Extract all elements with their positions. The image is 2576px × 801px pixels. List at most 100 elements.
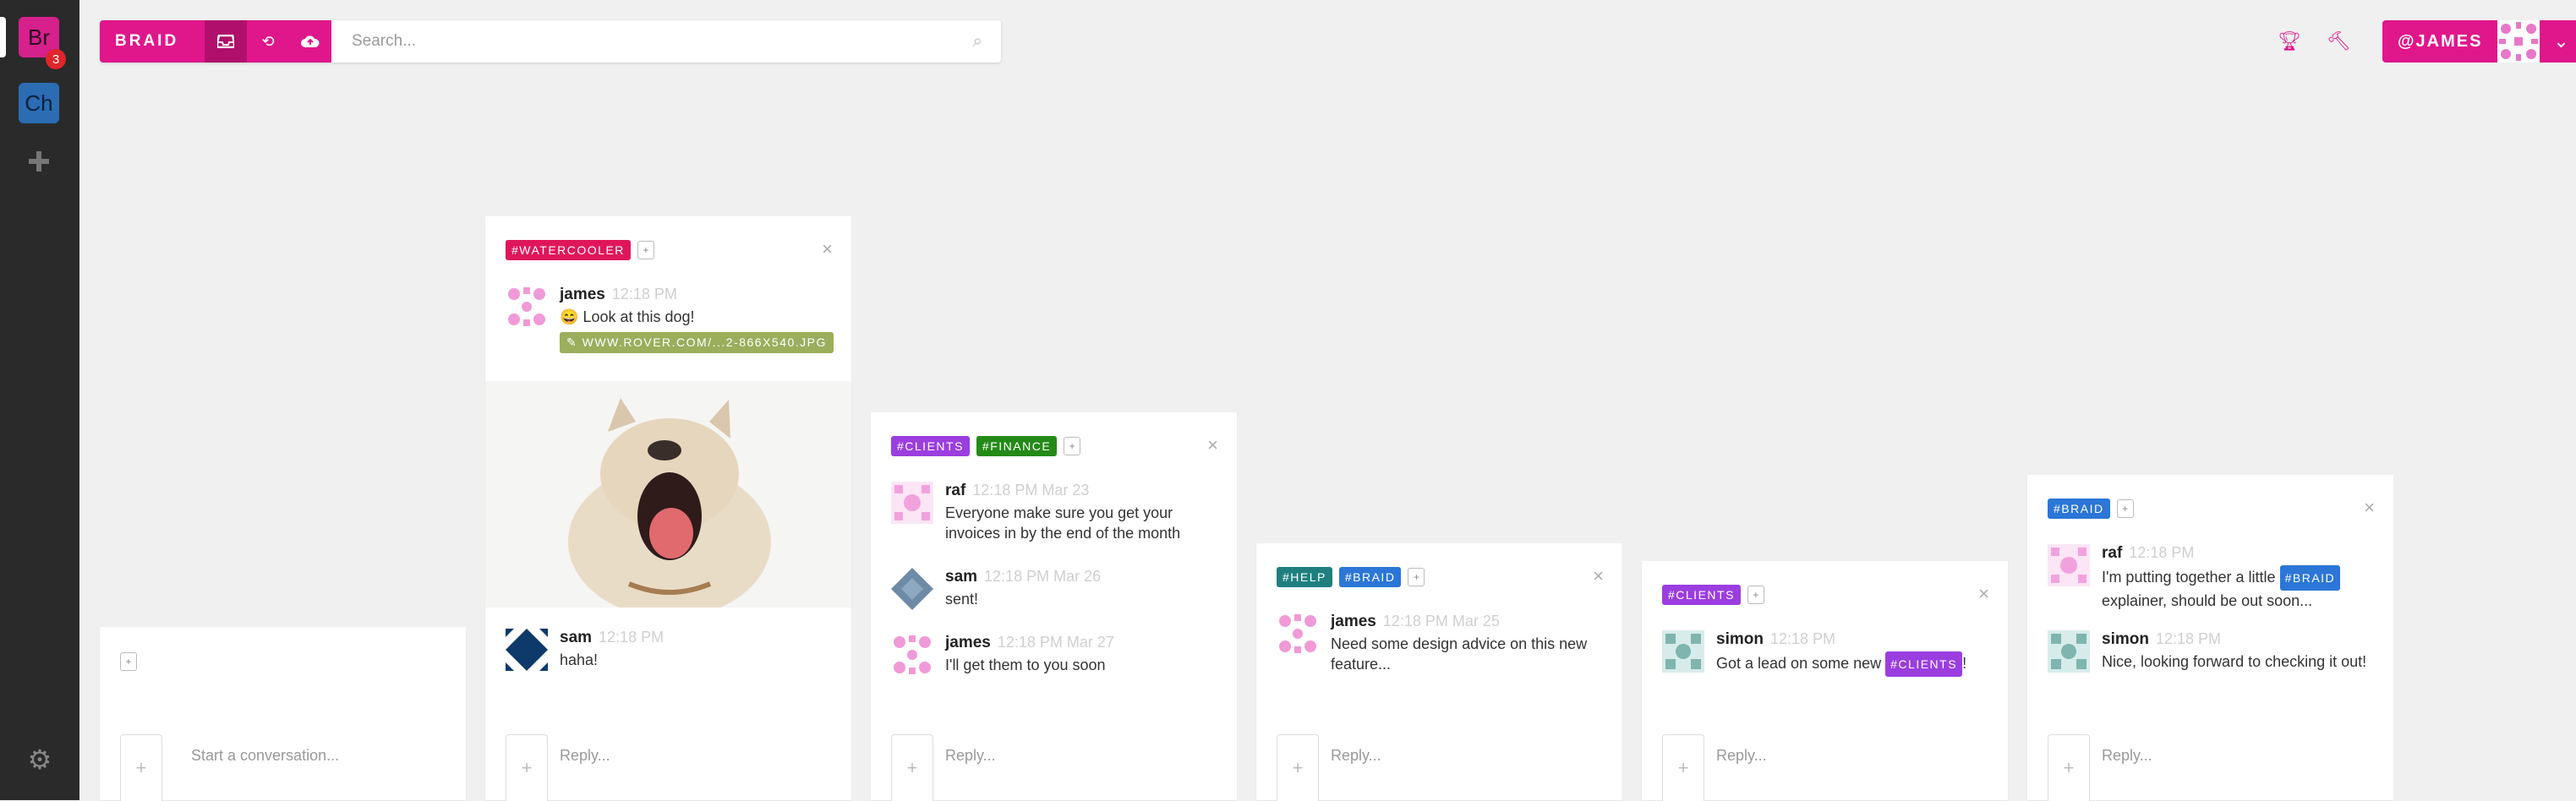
avatar xyxy=(891,568,933,610)
search-box[interactable]: ⌕ xyxy=(331,20,1001,63)
message-text: Got a lead on some new xyxy=(1716,654,1882,672)
message-author[interactable]: james xyxy=(945,634,991,651)
add-tag-button[interactable]: + xyxy=(1064,437,1081,455)
thread-card-clients-finance: #CLIENTS #FINANCE + × raf 12:18 PM Mar 23… xyxy=(871,412,1237,801)
avatar xyxy=(2048,544,2090,586)
attach-plus-icon[interactable]: + xyxy=(506,734,548,801)
message-time: 12:18 PM Mar 25 xyxy=(1382,613,1500,629)
user-menu[interactable]: @JAMES ⌄ xyxy=(2382,20,2576,63)
reply-input[interactable]: Reply... xyxy=(1716,743,1767,768)
message-author[interactable]: raf xyxy=(945,482,965,499)
message-time: 12:18 PM Mar 23 xyxy=(972,482,1090,499)
message-author[interactable]: sam xyxy=(945,568,977,586)
attach-plus-icon[interactable]: + xyxy=(2048,734,2090,801)
message-text-end: ! xyxy=(1962,654,1967,672)
reply-area[interactable]: + Reply... xyxy=(1277,734,1606,801)
close-icon[interactable]: × xyxy=(2364,497,2375,519)
tag-clients[interactable]: #CLIENTS xyxy=(891,436,970,456)
gear-icon[interactable]: ⚙ xyxy=(27,746,52,773)
tag-help[interactable]: #HELP xyxy=(1277,567,1332,587)
add-tag-button[interactable]: + xyxy=(120,652,137,671)
reply-area[interactable]: + Reply... xyxy=(2048,734,2377,801)
message-text: I'll get them to you soon xyxy=(945,657,1106,673)
link-attachment[interactable]: ✎ WWW.ROVER.COM/...2-866X540.JPG xyxy=(560,332,834,353)
gavel-icon[interactable]: 🔨︎ xyxy=(2327,30,2350,52)
group-sidebar: Br 3 Ch ⚙ xyxy=(0,0,79,800)
history-icon[interactable]: ⟲ xyxy=(247,20,289,63)
attach-plus-icon[interactable]: + xyxy=(120,734,162,801)
username-label: @JAMES xyxy=(2382,20,2498,63)
reply-area[interactable]: + Reply... xyxy=(1662,734,1992,801)
avatar xyxy=(506,629,548,671)
chevron-down-icon[interactable]: ⌄ xyxy=(2540,20,2576,63)
message-text: sent! xyxy=(945,591,979,608)
add-group-icon[interactable] xyxy=(25,148,52,175)
add-tag-button[interactable]: + xyxy=(1747,586,1764,604)
inline-tag-clients[interactable]: #CLIENTS xyxy=(1885,651,1963,677)
add-tag-button[interactable]: + xyxy=(2116,499,2134,518)
avatar xyxy=(508,287,545,326)
tag-braid[interactable]: #BRAID xyxy=(2048,499,2110,519)
tag-watercooler[interactable]: #WATERCOOLER xyxy=(506,240,631,260)
message-author[interactable]: james xyxy=(1331,613,1376,630)
trophy-icon[interactable]: 🏆︎ xyxy=(2278,30,2301,52)
message-text-end: explainer, should be out soon... xyxy=(2102,592,2313,609)
inbox-icon[interactable] xyxy=(205,20,247,63)
message-text: Need some design advice on this new feat… xyxy=(1331,635,1588,673)
reply-input[interactable]: Reply... xyxy=(945,743,996,768)
message: sam 12:18 PM Mar 26 sent! xyxy=(891,568,1221,610)
attach-plus-icon[interactable]: + xyxy=(1662,734,1704,801)
message-text: Nice, looking forward to checking it out… xyxy=(2102,653,2367,670)
message-author[interactable]: james xyxy=(560,286,605,303)
message: simon 12:18 PM Got a lead on some new #CL… xyxy=(1662,630,1992,677)
message-time: 12:18 PM xyxy=(611,286,677,302)
message: james 12:18 PM Mar 25 Need some design ad… xyxy=(1277,613,1606,674)
add-tag-button[interactable]: + xyxy=(637,241,654,259)
thread-card-braid: #BRAID + × raf 12:18 PM I'm putting toget… xyxy=(2027,475,2393,801)
active-group-indicator xyxy=(0,17,6,57)
message: james 12:18 PM 😄 Look at this dog! ✎ WWW.… xyxy=(506,286,835,353)
braid-home-button[interactable]: BRAID xyxy=(100,20,205,63)
reply-area[interactable]: + Reply... xyxy=(506,734,835,801)
attach-plus-icon[interactable]: + xyxy=(891,734,933,801)
attach-plus-icon[interactable]: + xyxy=(1277,734,1319,801)
reply-area[interactable]: + Start a conversation... xyxy=(120,734,450,801)
group-ch-label: Ch xyxy=(25,90,53,116)
reply-input[interactable]: Reply... xyxy=(2102,743,2152,768)
search-input[interactable] xyxy=(350,31,945,52)
message-text: I'm putting together a little xyxy=(2102,568,2276,586)
tag-clients[interactable]: #CLIENTS xyxy=(1662,585,1741,605)
message: raf 12:18 PM I'm putting together a littl… xyxy=(2048,544,2377,611)
message: sam 12:18 PM haha! xyxy=(506,629,835,671)
emoji-icon: 😄 xyxy=(560,308,579,325)
dog-image xyxy=(485,381,851,618)
avatar xyxy=(894,635,931,674)
cloud-upload-icon[interactable] xyxy=(289,20,331,63)
avatar xyxy=(1279,614,1316,653)
thread-card-clients: #CLIENTS + × simon 12:18 PM Got a lead on… xyxy=(1642,561,2008,801)
message: raf 12:18 PM Mar 23 Everyone make sure yo… xyxy=(891,482,1221,543)
group-ch-button[interactable]: Ch xyxy=(19,83,59,123)
message-text: haha! xyxy=(560,651,599,668)
reply-input[interactable]: Start a conversation... xyxy=(191,743,339,768)
reply-input[interactable]: Reply... xyxy=(1331,743,1381,768)
message-time: 12:18 PM Mar 27 xyxy=(997,634,1114,651)
inline-tag-braid[interactable]: #BRAID xyxy=(2279,565,2341,591)
message-time: 12:18 PM xyxy=(2129,544,2195,561)
close-icon[interactable]: × xyxy=(822,238,833,260)
reply-input[interactable]: Reply... xyxy=(560,743,610,768)
message-author[interactable]: simon xyxy=(2102,630,2149,648)
message-author[interactable]: raf xyxy=(2102,544,2122,562)
close-icon[interactable]: × xyxy=(1207,434,1218,456)
message: simon 12:18 PM Nice, looking forward to c… xyxy=(2048,630,2377,673)
reply-area[interactable]: + Reply... xyxy=(891,734,1221,801)
message-author[interactable]: sam xyxy=(560,629,592,646)
close-icon[interactable]: × xyxy=(1593,565,1604,587)
add-tag-button[interactable]: + xyxy=(1408,568,1425,586)
message-text: Everyone make sure you get your invoices… xyxy=(945,504,1181,542)
message-author[interactable]: simon xyxy=(1716,630,1764,648)
tag-braid[interactable]: #BRAID xyxy=(1338,567,1402,587)
tag-finance[interactable]: #FINANCE xyxy=(976,436,1058,456)
unread-badge: 3 xyxy=(46,49,66,69)
close-icon[interactable]: × xyxy=(1978,583,1989,605)
